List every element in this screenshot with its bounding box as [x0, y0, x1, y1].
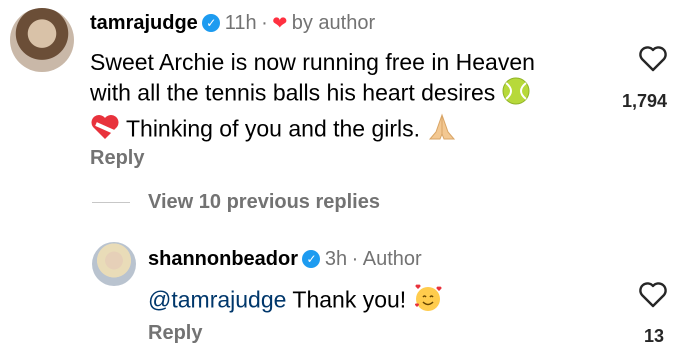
verified-badge-icon: ✓	[202, 13, 221, 32]
reply-message: Thank you!	[292, 286, 407, 313]
folded-hands-emoji-icon	[426, 112, 458, 149]
reply-time: 3h	[324, 248, 348, 270]
comment-line-1: Sweet Archie is now running free in Heav…	[90, 49, 535, 75]
comment-line-3: Thinking of you and the girls.	[125, 115, 421, 142]
reply-username[interactable]: shannonbeador	[148, 248, 298, 270]
view-previous-replies-button[interactable]: View 10 previous replies	[148, 191, 380, 214]
heart-icon: ❤	[272, 13, 288, 33]
smiling-face-with-hearts-emoji-icon	[413, 283, 443, 320]
reply-header: shannonbeador ✓ 3h · Author	[148, 248, 422, 271]
reply-button[interactable]: Reply	[90, 147, 144, 170]
comment-text: Sweet Archie is now running free in Heav…	[90, 47, 535, 149]
avatar[interactable]	[10, 8, 74, 72]
mention-link[interactable]: @tamrajudge	[148, 287, 286, 313]
comment-header: tamrajudge ✓ 11h · ❤ by author	[90, 12, 375, 35]
like-heart-icon[interactable]	[638, 45, 668, 73]
separator-dot: ·	[351, 248, 359, 270]
like-heart-icon[interactable]	[638, 281, 668, 309]
reply-text: @tamrajudge Thank you!	[148, 283, 443, 320]
reply-avatar[interactable]	[92, 242, 136, 286]
like-count: 1,794	[622, 91, 668, 111]
verified-badge-icon: ✓	[302, 249, 321, 268]
liked-by-author-label: by author	[291, 12, 376, 34]
divider-line	[92, 202, 130, 203]
tennis-ball-emoji-icon	[502, 77, 530, 112]
comment-line-2-wrap: with all the tennis balls his heart desi…	[90, 77, 535, 112]
reply-like-count: 13	[644, 326, 665, 346]
separator-dot: ·	[261, 12, 268, 34]
comment-line-3-wrap: Thinking of you and the girls.	[90, 112, 535, 149]
comment-time: 11h	[224, 12, 257, 34]
reply-button[interactable]: Reply	[148, 322, 202, 345]
comment-line-2: with all the tennis balls his heart desi…	[90, 79, 496, 106]
author-label: Author	[362, 248, 422, 270]
comment-username[interactable]: tamrajudge	[90, 12, 198, 34]
mending-heart-emoji-icon	[90, 113, 120, 148]
